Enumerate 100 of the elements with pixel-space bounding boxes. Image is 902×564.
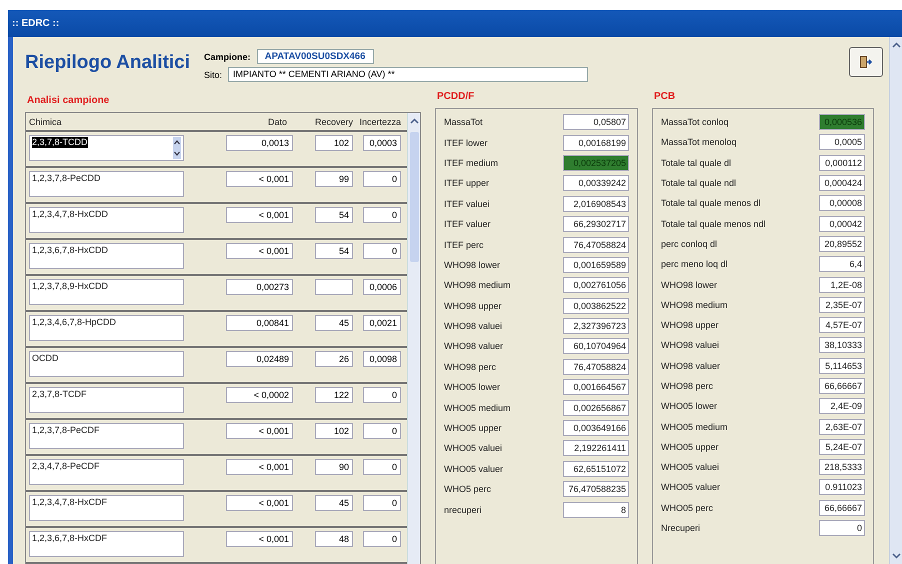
value-field[interactable]: 0,000424 (819, 175, 865, 192)
recovery-field[interactable] (315, 279, 353, 295)
value-field[interactable]: 2,4E-09 (819, 398, 865, 414)
value-field[interactable]: 6,4 (819, 256, 865, 272)
chemical-field[interactable]: 1,2,3,6,7,8-HxCDD (29, 243, 184, 269)
value-field[interactable]: 2,016908543 (563, 196, 629, 212)
dato-field[interactable]: < 0,001 (226, 459, 293, 475)
value-field[interactable]: 0.911023 (819, 479, 865, 496)
dato-field[interactable]: 0,0013 (226, 135, 293, 151)
value-field[interactable]: 2,35E-07 (819, 296, 865, 313)
recovery-field[interactable]: 45 (315, 495, 353, 511)
chemical-field[interactable]: 2,3,7,8-TCDF (29, 387, 184, 413)
value-field[interactable]: 0,0005 (819, 134, 865, 150)
value-field[interactable]: 66,66667 (819, 378, 865, 394)
scroll-up-icon[interactable] (410, 117, 418, 126)
scroll-up-icon[interactable] (892, 41, 900, 50)
field-label: WHO05 valuer (661, 482, 722, 492)
value-field[interactable]: 8 (563, 502, 629, 518)
incertezza-field[interactable]: 0 (363, 171, 401, 187)
incertezza-field[interactable]: 0 (363, 531, 401, 547)
scroll-thumb[interactable] (410, 132, 418, 262)
dato-field[interactable]: < 0,001 (226, 243, 293, 259)
recovery-field[interactable]: 99 (315, 171, 353, 187)
chemical-name: 2,3,7,8-TCDF (32, 389, 87, 400)
incertezza-field[interactable]: 0 (363, 459, 401, 475)
incertezza-field[interactable]: 0,0021 (363, 315, 401, 331)
incertezza-field[interactable]: 0 (363, 207, 401, 223)
value-field[interactable]: 0,001664567 (563, 379, 629, 396)
value-field[interactable]: 218,5333 (819, 459, 865, 476)
value-field[interactable]: 66,66667 (819, 500, 865, 516)
dato-field[interactable]: 0,02489 (226, 351, 293, 367)
chemical-field[interactable]: 1,2,3,4,6,7,8-HpCDD (29, 315, 184, 341)
dato-field[interactable]: < 0,001 (226, 207, 293, 223)
value-field[interactable]: 2,327396723 (563, 318, 629, 334)
incertezza-field[interactable]: 0 (363, 387, 401, 403)
dato-field[interactable]: < 0,0002 (226, 387, 293, 403)
value-field[interactable]: 20,89552 (819, 236, 865, 252)
value-field[interactable]: 0,002656867 (563, 400, 629, 416)
dato-field[interactable]: < 0,001 (226, 495, 293, 511)
recovery-field[interactable]: 26 (315, 351, 353, 367)
incertezza-field[interactable]: 0,0003 (363, 135, 401, 151)
column-header: Incertezza (358, 116, 401, 126)
dato-field[interactable]: 0,00841 (226, 315, 293, 331)
incertezza-field[interactable]: 0,0098 (363, 351, 401, 367)
recovery-field[interactable]: 102 (315, 423, 353, 439)
value-field[interactable]: 62,65151072 (563, 460, 629, 477)
value-field[interactable]: 0 (819, 520, 865, 536)
chemical-field[interactable]: 2,3,4,7,8-PeCDF (29, 459, 184, 485)
recovery-field[interactable]: 45 (315, 315, 353, 331)
incertezza-field[interactable]: 0 (363, 423, 401, 439)
value-field[interactable]: 38,10333 (819, 337, 865, 354)
incertezza-field[interactable]: 0 (363, 243, 401, 259)
value-field[interactable]: 0,00008 (819, 195, 865, 212)
dato-field[interactable]: < 0,001 (226, 531, 293, 547)
incertezza-field[interactable]: 0 (363, 495, 401, 511)
recovery-field[interactable]: 54 (315, 243, 353, 259)
value-field[interactable]: 1,2E-08 (819, 276, 865, 293)
value-field[interactable]: 0,001659589 (563, 256, 629, 273)
value-field[interactable]: 4,57E-07 (819, 317, 865, 334)
value-field[interactable]: 5,24E-07 (819, 438, 865, 455)
dato-field[interactable]: 0,00273 (226, 279, 293, 295)
exit-button[interactable] (849, 47, 883, 77)
recovery-field[interactable]: 54 (315, 207, 353, 223)
value-field[interactable]: 5,114653 (819, 358, 865, 374)
recovery-field[interactable]: 102 (315, 135, 353, 151)
value-field[interactable]: 76,47058824 (563, 236, 629, 253)
incertezza-field[interactable]: 0,0006 (363, 279, 401, 295)
value-field[interactable]: 0,003649166 (563, 420, 629, 436)
chemical-field[interactable]: 1,2,3,7,8-PeCDF (29, 423, 184, 449)
value-field[interactable]: 76,470588235 (563, 481, 629, 498)
scroll-down-icon[interactable] (892, 551, 900, 560)
chemical-field[interactable]: 1,2,3,7,8,9-HxCDD (29, 279, 184, 305)
value-field[interactable]: 0,003862522 (563, 298, 629, 314)
recovery-field[interactable]: 90 (315, 459, 353, 475)
value-field[interactable]: 60,10704964 (563, 338, 629, 354)
value-field[interactable]: 2,192261411 (563, 440, 629, 456)
value-field[interactable]: 0,00339242 (563, 175, 629, 192)
chemical-field[interactable]: OCDD (29, 351, 184, 377)
value-field[interactable]: 0,00168199 (563, 134, 629, 151)
value-field[interactable]: 0,00042 (819, 216, 865, 232)
value-field[interactable]: 66,29302717 (563, 216, 629, 232)
recovery-field[interactable]: 48 (315, 531, 353, 547)
chemical-field[interactable]: 1,2,3,4,7,8-HxCDD (29, 207, 184, 233)
dato-field[interactable]: < 0,001 (226, 171, 293, 187)
value-field[interactable]: 76,47058824 (563, 358, 629, 375)
chemical-field[interactable]: 1,2,3,6,7,8-HxCDF (29, 531, 184, 557)
chemical-field[interactable]: 1,2,3,4,7,8-HxCDF (29, 495, 184, 521)
value-field[interactable]: 0,002761056 (563, 277, 629, 294)
column-header: Dato (266, 116, 288, 126)
sito-field[interactable]: IMPIANTO ** CEMENTI ARIANO (AV) ** (228, 67, 588, 82)
value-field[interactable]: 0,05807 (563, 114, 629, 130)
campione-field[interactable]: APATAV00SU0SDX466 (256, 49, 374, 64)
value-field[interactable]: 2,63E-07 (819, 418, 865, 435)
value-field[interactable]: 0,000112 (819, 154, 865, 171)
chemical-field[interactable]: 2,3,7,8-TCDD (29, 135, 184, 161)
spinner-icon[interactable] (173, 137, 181, 159)
chemical-field[interactable]: 1,2,3,7,8-PeCDD (29, 171, 184, 197)
recovery-field[interactable]: 122 (315, 387, 353, 403)
dato-field[interactable]: < 0,001 (226, 423, 293, 439)
field-label: WHO05 upper (661, 442, 720, 452)
